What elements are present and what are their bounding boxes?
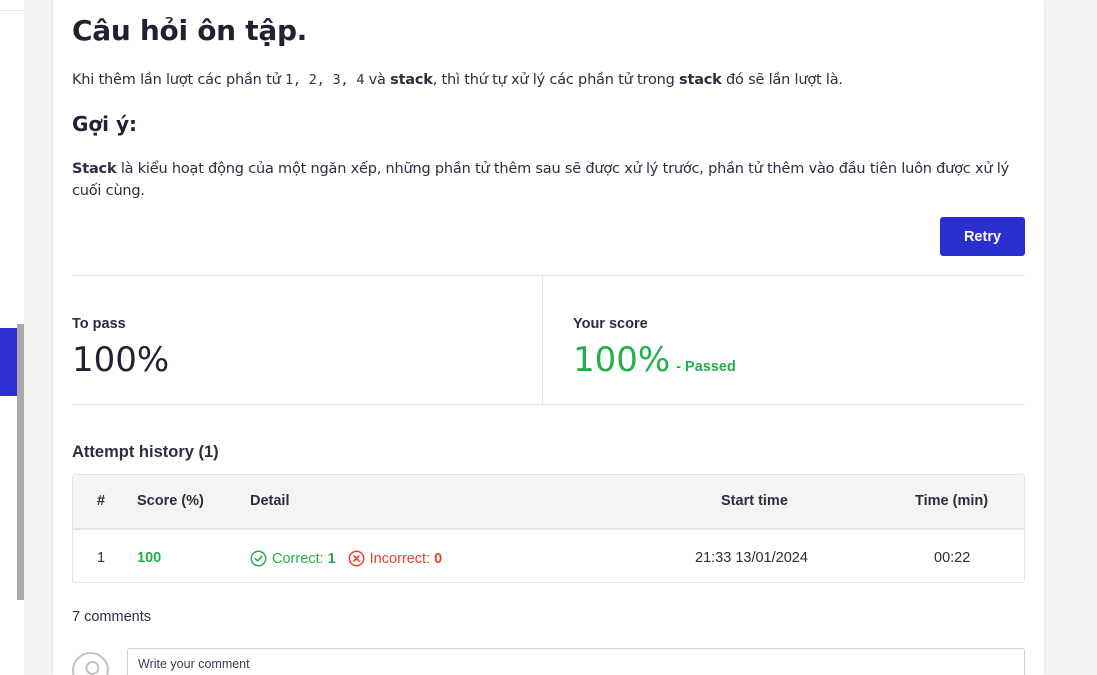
your-score-value: 100% - Passed (573, 340, 736, 380)
sidebar-scrollbar[interactable] (17, 324, 24, 600)
score-summary: To pass 100% Your score 100% - Passed (72, 275, 1025, 405)
avatar (72, 652, 109, 675)
column-header-start-time: Start time (721, 493, 788, 509)
attempt-history-title: Attempt history (1) (72, 443, 219, 461)
sidebar (0, 0, 24, 675)
to-pass-label: To pass (72, 316, 126, 332)
column-header-detail: Detail (250, 493, 290, 509)
hint-title: Gợi ý: (72, 112, 138, 136)
column-header-number: # (97, 493, 106, 509)
your-score-label: Your score (573, 316, 648, 332)
score-divider (542, 276, 543, 404)
attempt-number: 1 (97, 550, 106, 566)
incorrect-count: Incorrect: 0 (348, 550, 442, 567)
check-circle-icon (250, 550, 267, 567)
user-icon (85, 661, 100, 675)
comment-input[interactable]: Write your comment (127, 648, 1025, 675)
sidebar-active-indicator[interactable] (0, 328, 17, 396)
attempt-history-table: # Score (%) Detail Start time Time (min)… (72, 474, 1025, 583)
x-circle-icon (348, 550, 365, 567)
page-title: Câu hỏi ôn tập. (72, 14, 308, 47)
attempt-detail: Correct: 1 Incorrect: 0 (250, 550, 442, 567)
hint-text: Stack là kiểu hoạt động của một ngăn xếp… (72, 161, 1009, 199)
table-header: # Score (%) Detail Start time Time (min) (73, 475, 1024, 530)
lesson-card: Câu hỏi ôn tập. Khi thêm lần lượt các ph… (53, 0, 1044, 675)
pass-status: - Passed (676, 359, 736, 375)
column-header-time: Time (min) (915, 493, 989, 509)
retry-button[interactable]: Retry (940, 217, 1025, 256)
attempt-start-time: 21:33 13/01/2024 (695, 550, 808, 566)
column-header-score: Score (%) (137, 493, 204, 509)
question-code: 1, 2, 3, 4 (284, 72, 365, 88)
question-text: Khi thêm lần lượt các phần tử 1, 2, 3, 4… (72, 72, 843, 88)
attempt-score: 100 (137, 550, 162, 566)
comments-count: 7 comments (72, 609, 151, 625)
attempt-duration: 00:22 (934, 550, 971, 566)
sidebar-divider (0, 10, 24, 11)
correct-count: Correct: 1 (250, 550, 336, 567)
to-pass-value: 100% (72, 340, 170, 380)
